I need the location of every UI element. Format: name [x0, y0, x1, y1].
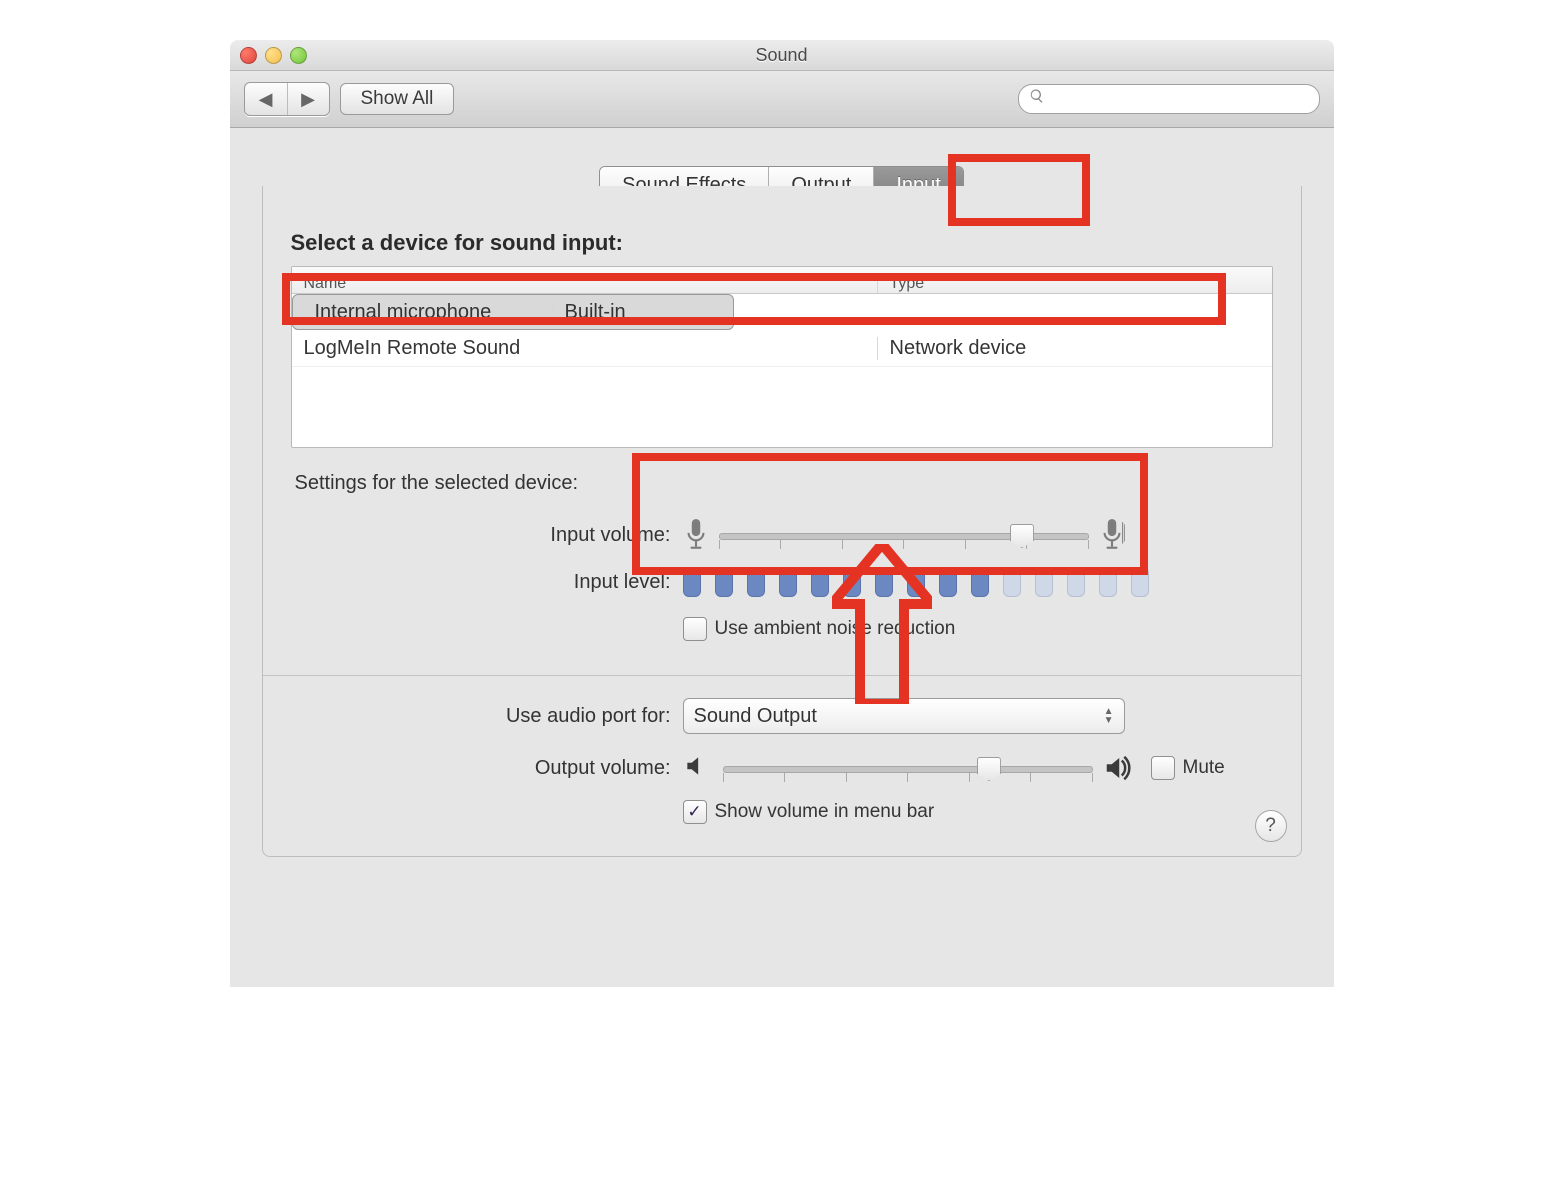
level-bar [747, 567, 765, 597]
device-name: Internal microphone [303, 301, 553, 324]
level-bar [715, 567, 733, 597]
microphone-low-icon [683, 518, 709, 552]
level-bar [779, 567, 797, 597]
microphone-high-icon [1099, 518, 1125, 552]
input-volume-row: Input volume: [291, 513, 1273, 557]
device-row[interactable]: Internal microphoneBuilt-in [292, 294, 734, 330]
level-bar [939, 567, 957, 597]
select-stepper-icon: ▲▼ [1104, 707, 1114, 725]
level-bar [971, 567, 989, 597]
audio-port-select[interactable]: Sound Output ▲▼ [683, 698, 1125, 734]
input-level-meter [683, 567, 1149, 597]
show-in-menu-row: ✓ Show volume in menu bar [291, 790, 1273, 834]
level-bar [1067, 567, 1085, 597]
level-bar [811, 567, 829, 597]
output-volume-slider[interactable] [723, 759, 1093, 777]
level-bar [907, 567, 925, 597]
device-type: Built-in [553, 301, 723, 324]
device-row[interactable]: LogMeIn Remote SoundNetwork device [292, 330, 1272, 367]
device-type: Network device [878, 337, 1272, 360]
speaker-loud-icon [1103, 753, 1133, 783]
output-volume-label: Output volume: [291, 757, 683, 780]
forward-button[interactable]: ▶ [287, 83, 329, 115]
select-device-heading: Select a device for sound input: [291, 230, 1273, 256]
level-bar [875, 567, 893, 597]
settings-for-device-label: Settings for the selected device: [295, 472, 1273, 495]
toolbar: ◀ ▶ Show All [230, 71, 1334, 128]
search-field[interactable] [1018, 84, 1320, 114]
device-list-header: Name Type [292, 267, 1272, 294]
window-title: Sound [230, 45, 1334, 66]
audio-port-row: Use audio port for: Sound Output ▲▼ [291, 694, 1273, 738]
level-bar [683, 567, 701, 597]
column-type: Type [878, 275, 1272, 293]
search-input[interactable] [1051, 88, 1309, 110]
sound-prefpane-window: Sound ◀ ▶ Show All Sound Effects Output … [230, 40, 1334, 985]
level-bar [1035, 567, 1053, 597]
show-all-button[interactable]: Show All [340, 83, 455, 115]
level-bar [1131, 567, 1149, 597]
device-name: LogMeIn Remote Sound [292, 337, 878, 360]
input-volume-slider[interactable] [719, 526, 1089, 544]
audio-port-value: Sound Output [694, 705, 817, 728]
search-icon [1029, 88, 1045, 110]
column-name: Name [292, 275, 878, 293]
output-volume-row: Output volume: Mute [291, 746, 1273, 790]
help-button[interactable]: ? [1255, 810, 1287, 842]
nav-back-forward: ◀ ▶ [244, 82, 330, 116]
ambient-noise-label: Use ambient noise reduction [715, 618, 956, 640]
input-level-row: Input level: [291, 557, 1273, 607]
speaker-mute-icon [683, 753, 713, 783]
level-bar [1003, 567, 1021, 597]
input-volume-label: Input volume: [291, 524, 683, 547]
mute-label: Mute [1183, 757, 1225, 779]
input-device-list[interactable]: Name Type Internal microphoneBuilt-inLog… [291, 266, 1273, 448]
input-panel: Select a device for sound input: Name Ty… [262, 186, 1302, 857]
mute-checkbox[interactable] [1151, 756, 1175, 780]
show-in-menu-checkbox[interactable]: ✓ [683, 800, 707, 824]
ambient-noise-checkbox[interactable] [683, 617, 707, 641]
prefpane-body: Sound Effects Output Input Select a devi… [230, 128, 1334, 987]
panel-divider [263, 675, 1301, 676]
level-bar [1099, 567, 1117, 597]
back-button[interactable]: ◀ [245, 83, 287, 115]
level-bar [843, 567, 861, 597]
show-in-menu-label: Show volume in menu bar [715, 801, 935, 823]
ambient-row: Use ambient noise reduction [291, 607, 1273, 651]
input-level-label: Input level: [291, 571, 683, 594]
audio-port-label: Use audio port for: [291, 705, 683, 728]
titlebar: Sound [230, 40, 1334, 71]
